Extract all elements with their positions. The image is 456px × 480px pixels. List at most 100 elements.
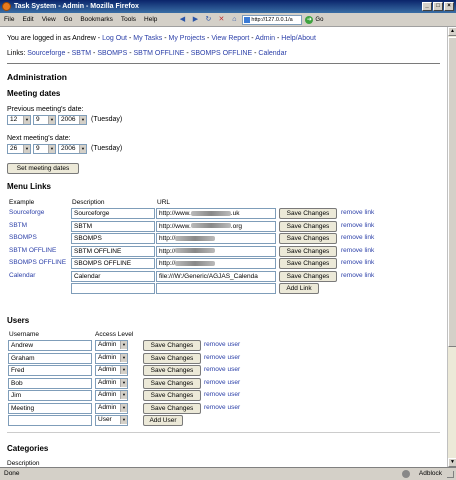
remove-user[interactable]: remove user [204, 404, 240, 411]
access-level-select[interactable]: Admin ▼ [95, 340, 128, 351]
nav-my-tasks[interactable]: My Tasks [133, 35, 162, 42]
menu-help[interactable]: Help [144, 16, 157, 23]
menu-link-url-input[interactable]: http:// [156, 245, 276, 257]
menu-link-url-input[interactable]: http:// [156, 233, 276, 244]
save-link-button[interactable]: Save Changes [279, 233, 337, 244]
access-level-select[interactable]: Admin ▼ [95, 352, 128, 364]
link-sourceforge[interactable]: Sourceforge [27, 50, 65, 57]
save-link-button[interactable]: Save Changes [279, 270, 337, 282]
nav-my-projects[interactable]: My Projects [169, 35, 206, 42]
link-calendar[interactable]: Calendar [258, 50, 286, 57]
remove-user[interactable]: remove user [204, 391, 240, 398]
menu-tools[interactable]: Tools [121, 16, 136, 23]
link-sbomps-offline[interactable]: SBOMPS OFFLINE [191, 50, 252, 57]
scroll-down-icon[interactable]: ▼ [448, 458, 456, 467]
new-username-input[interactable] [8, 415, 92, 426]
username-input[interactable]: Andrew [8, 340, 92, 351]
menu-go[interactable]: Go [64, 16, 73, 23]
menu-bookmarks[interactable]: Bookmarks [80, 16, 113, 23]
remove-link[interactable]: remove link [341, 234, 374, 241]
save-user-button[interactable]: Save Changes [143, 377, 201, 389]
address-bar[interactable]: http://127.0.0.1/a [242, 14, 303, 25]
menu-link-description-input[interactable]: SBOMPS OFFLINE [71, 258, 155, 269]
remove-link[interactable]: remove link [341, 222, 374, 229]
next-year-select[interactable]: 2006 ▼ [58, 144, 87, 154]
menu-link-description-input[interactable]: Calendar [71, 270, 155, 282]
remove-user[interactable]: remove user [204, 366, 240, 373]
save-user-button[interactable]: Save Changes [143, 390, 201, 401]
scroll-up-icon[interactable]: ▲ [448, 27, 456, 36]
set-meeting-dates-button[interactable]: Set meeting dates [7, 163, 79, 174]
new-link-url-input[interactable] [156, 283, 276, 294]
username-input[interactable]: Fred [8, 365, 92, 376]
username-input[interactable]: Jim [8, 390, 92, 401]
menu-link-description-input[interactable]: Sourceforge [71, 208, 155, 219]
forward-icon[interactable]: ▶ [190, 15, 200, 25]
menu-link-url-input[interactable]: file:///W:/Generic/AGJAS_Calenda [156, 270, 276, 282]
nav-help-about[interactable]: Help/About [281, 35, 316, 42]
username-input[interactable]: Graham [8, 352, 92, 364]
remove-user[interactable]: remove user [204, 379, 240, 386]
link-sbtm[interactable]: SBTM [72, 50, 91, 57]
username-input[interactable]: Meeting [8, 402, 92, 414]
add-link-button[interactable]: Add Link [279, 283, 319, 294]
username-input[interactable]: Bob [8, 377, 92, 389]
menu-link-description-input[interactable]: SBOMPS [71, 233, 155, 244]
minimize-button[interactable]: _ [422, 2, 432, 11]
previous-day-select[interactable]: 9 ▼ [33, 115, 56, 125]
remove-link[interactable]: remove link [341, 272, 374, 279]
menu-link-example[interactable]: SBOMPS [9, 234, 37, 241]
menu-link-url-input[interactable]: http:// [156, 258, 276, 269]
access-level-select[interactable]: Admin ▼ [95, 402, 128, 414]
save-user-button[interactable]: Save Changes [143, 340, 201, 351]
remove-user[interactable]: remove user [204, 354, 240, 361]
menu-edit[interactable]: Edit [22, 16, 33, 23]
resize-grip-icon[interactable] [447, 471, 454, 478]
menu-link-example[interactable]: SBTM OFFLINE [9, 247, 56, 254]
nav-logout[interactable]: Log Out [102, 35, 127, 42]
new-user-level-select[interactable]: User ▼ [95, 415, 128, 426]
nav-admin[interactable]: Admin [255, 35, 275, 42]
access-level-select[interactable]: Admin ▼ [95, 377, 128, 389]
nav-view-report[interactable]: View Report [211, 35, 249, 42]
menu-link-url-input[interactable]: http://www. .org [156, 220, 276, 232]
new-link-description-input[interactable] [71, 283, 155, 294]
home-icon[interactable]: ⌂ [229, 15, 239, 25]
save-link-button[interactable]: Save Changes [279, 245, 337, 257]
close-button[interactable]: × [444, 2, 454, 11]
menu-file[interactable]: File [4, 16, 14, 23]
menu-link-example[interactable]: Calendar [9, 272, 35, 279]
access-level-select[interactable]: Admin ▼ [95, 390, 128, 401]
maximize-button[interactable]: □ [433, 2, 443, 11]
link-sbomps[interactable]: SBOMPS [97, 50, 127, 57]
back-icon[interactable]: ◀ [177, 15, 187, 25]
remove-user[interactable]: remove user [204, 341, 240, 348]
menu-link-example[interactable]: SBOMPS OFFLINE [9, 259, 66, 266]
reload-icon[interactable]: ↻ [203, 15, 213, 25]
menu-link-example[interactable]: Sourceforge [9, 209, 44, 216]
previous-month-select[interactable]: 12 ▼ [7, 115, 31, 125]
scroll-thumb[interactable] [448, 37, 456, 347]
stop-icon[interactable]: ✕ [216, 15, 226, 25]
vertical-scrollbar[interactable]: ▲ ▼ [447, 27, 456, 467]
menu-link-description-input[interactable]: SBTM [71, 220, 155, 232]
menu-link-url-input[interactable]: http://www. .uk [156, 208, 276, 219]
remove-link[interactable]: remove link [341, 259, 374, 266]
go-button[interactable]: ➜ Go [305, 15, 323, 24]
link-sbtm-offline[interactable]: SBTM OFFLINE [134, 50, 185, 57]
next-day-select[interactable]: 9 ▼ [33, 144, 56, 154]
menu-link-example[interactable]: SBTM [9, 222, 27, 229]
remove-link[interactable]: remove link [341, 209, 374, 216]
next-month-select[interactable]: 26 ▼ [7, 144, 31, 154]
save-user-button[interactable]: Save Changes [143, 402, 201, 414]
access-level-select[interactable]: Admin ▼ [95, 365, 128, 376]
save-user-button[interactable]: Save Changes [143, 365, 201, 376]
save-user-button[interactable]: Save Changes [143, 352, 201, 364]
save-link-button[interactable]: Save Changes [279, 208, 337, 219]
menu-link-description-input[interactable]: SBTM OFFLINE [71, 245, 155, 257]
remove-link[interactable]: remove link [341, 247, 374, 254]
adblock-label[interactable]: Adblock [419, 468, 442, 480]
save-link-button[interactable]: Save Changes [279, 220, 337, 232]
previous-year-select[interactable]: 2006 ▼ [58, 115, 87, 125]
save-link-button[interactable]: Save Changes [279, 258, 337, 269]
